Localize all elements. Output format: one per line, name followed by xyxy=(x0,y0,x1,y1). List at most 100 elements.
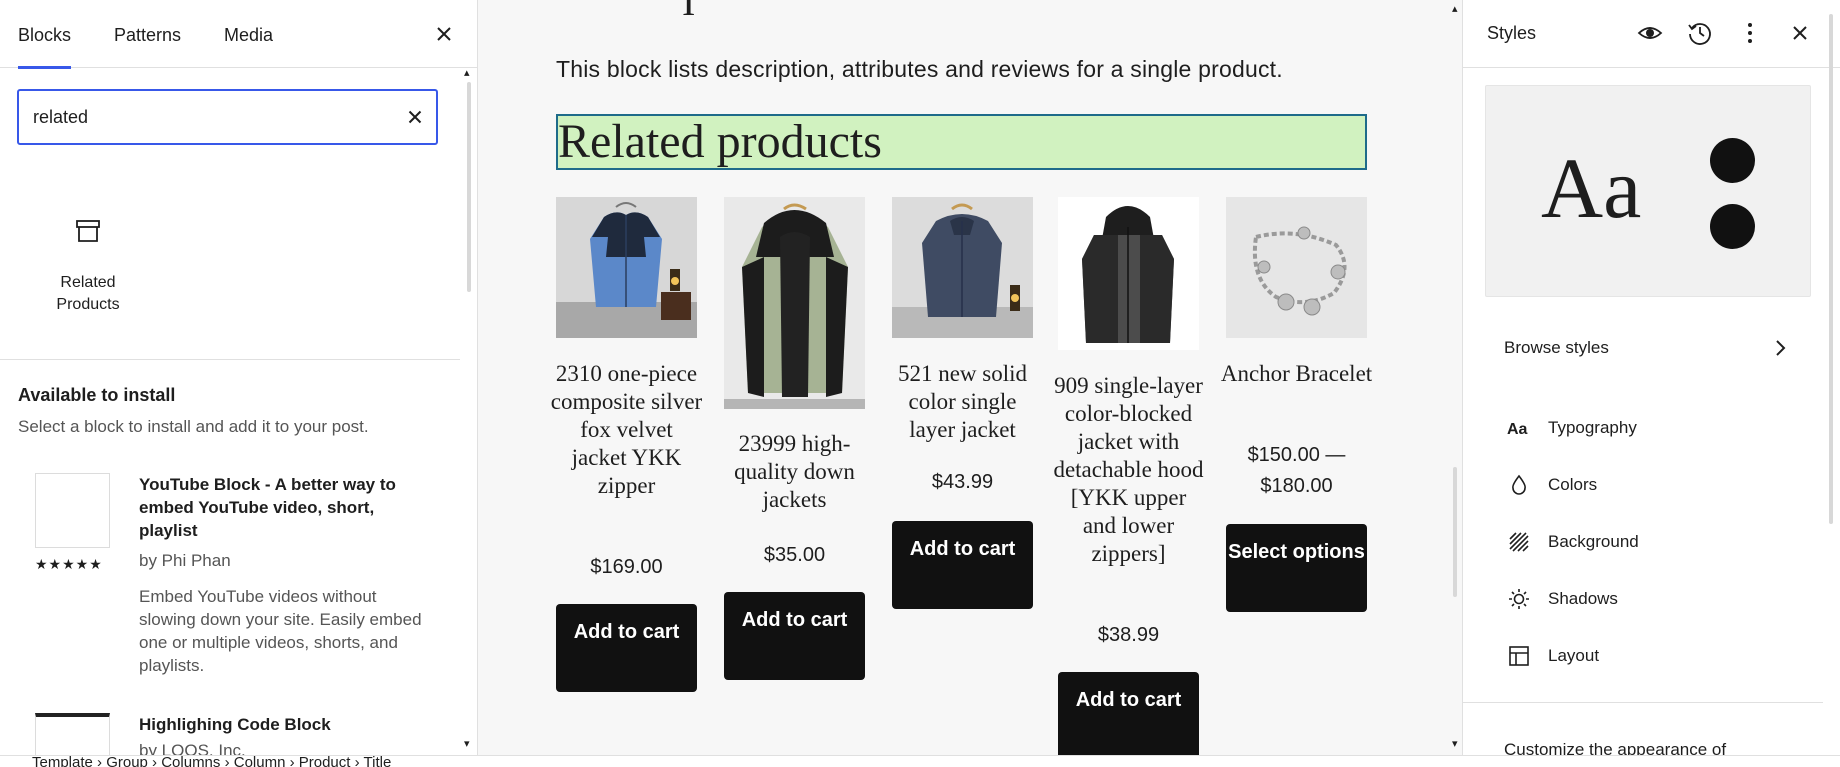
history-icon xyxy=(1688,23,1711,45)
product-image[interactable] xyxy=(1226,197,1367,338)
droplet-icon xyxy=(1512,474,1526,495)
more-options-button[interactable] xyxy=(1735,18,1765,48)
revisions-button[interactable] xyxy=(1685,18,1715,48)
nav-label: Background xyxy=(1548,532,1639,551)
customize-description: Customize the appearance of xyxy=(1504,740,1727,755)
block-breadcrumb[interactable]: Template › Group › Columns › Column › Pr… xyxy=(32,756,391,767)
scroll-up-arrow-icon[interactable]: ▴ xyxy=(1452,2,1458,15)
add-to-cart-button[interactable]: Add to cart xyxy=(892,521,1033,609)
plugin-author: by LOOS, Inc. xyxy=(139,741,246,755)
archive-box-icon xyxy=(76,220,100,242)
close-styles-button[interactable] xyxy=(1785,18,1815,48)
shadow-sun-icon xyxy=(1509,589,1529,609)
available-to-install-heading: Available to install xyxy=(18,385,176,405)
nav-background[interactable]: Background xyxy=(1463,518,1823,564)
block-result-related-products[interactable]: Related Products xyxy=(38,212,138,322)
nav-colors[interactable]: Colors xyxy=(1463,461,1823,507)
scrollbar-thumb[interactable] xyxy=(1829,14,1833,524)
eye-icon xyxy=(1637,27,1663,39)
previous-block-fragment: I xyxy=(682,0,696,24)
block-search-input[interactable] xyxy=(33,105,373,129)
svg-text:Aa: Aa xyxy=(1507,421,1528,438)
tab-patterns[interactable]: Patterns xyxy=(114,0,181,68)
plugin-item[interactable]: ★★★★★ YouTube Block - A better way to em… xyxy=(35,473,455,675)
add-to-cart-button[interactable]: Add to cart xyxy=(556,604,697,692)
related-products-heading[interactable]: Related products xyxy=(558,116,882,168)
scroll-down-arrow-icon[interactable]: ▾ xyxy=(464,737,470,750)
related-products-heading-block[interactable]: Related products xyxy=(556,114,1367,170)
browse-styles-label: Browse styles xyxy=(1504,338,1609,357)
style-preview[interactable]: Aa xyxy=(1485,85,1811,297)
tab-media[interactable]: Media xyxy=(224,0,273,68)
product-image[interactable] xyxy=(1058,197,1199,350)
close-icon xyxy=(1793,26,1807,40)
more-vertical-icon xyxy=(1748,23,1752,43)
plugin-name: YouTube Block - A better way to embed Yo… xyxy=(139,475,396,540)
nav-shadows[interactable]: Shadows xyxy=(1463,575,1823,621)
style-preview-typography: Aa xyxy=(1541,140,1642,236)
scrollbar-thumb[interactable] xyxy=(1453,467,1457,597)
product-image[interactable] xyxy=(892,197,1033,338)
styles-scrollbar[interactable] xyxy=(1825,0,1837,755)
select-options-button[interactable]: Select options xyxy=(1226,524,1367,612)
styles-title: Styles xyxy=(1487,23,1537,43)
scrollbar-thumb[interactable] xyxy=(467,82,471,292)
plugin-icon xyxy=(35,473,110,548)
green-jacket-image xyxy=(724,197,865,409)
nav-label: Layout xyxy=(1548,646,1600,665)
styles-header: Styles xyxy=(1463,0,1840,68)
product-price: $38.99 xyxy=(1097,624,1160,646)
nav-label: Typography xyxy=(1548,418,1637,437)
style-preview-color-swatch xyxy=(1710,138,1755,183)
product-title[interactable]: 909 single-layer color-blocked jacket wi… xyxy=(1052,372,1205,568)
chevron-right-icon xyxy=(1776,340,1786,356)
background-pattern-icon xyxy=(1509,532,1529,552)
section-divider xyxy=(0,359,460,360)
block-search-field[interactable] xyxy=(17,89,438,145)
product-title[interactable]: 2310 one-piece composite silver fox velv… xyxy=(550,360,703,500)
product-details-block-description: This block lists description, attributes… xyxy=(556,56,1283,82)
canvas-content: I This block lists description, attribut… xyxy=(478,0,1462,755)
available-to-install-description: Select a block to install and add it to … xyxy=(18,417,369,436)
block-result-label: Related Products xyxy=(56,274,120,313)
scroll-up-arrow-icon[interactable]: ▴ xyxy=(464,66,470,79)
inserter-tabs: Blocks Patterns Media xyxy=(0,0,477,69)
close-inserter-button[interactable] xyxy=(429,19,459,49)
blue-jacket-image xyxy=(556,197,697,338)
nav-typography[interactable]: Aa Typography xyxy=(1463,404,1823,450)
typography-icon: Aa xyxy=(1507,421,1528,438)
plugin-description: Embed YouTube videos without slowing dow… xyxy=(139,587,422,675)
plugin-rating-stars: ★★★★★ xyxy=(35,556,103,572)
plugin-author: by Phi Phan xyxy=(139,551,231,570)
product-title[interactable]: Anchor Bracelet xyxy=(1220,360,1373,388)
product-image[interactable] xyxy=(724,197,865,409)
close-icon xyxy=(408,110,422,124)
clear-search-button[interactable] xyxy=(400,102,430,132)
style-book-button[interactable] xyxy=(1635,18,1665,48)
product-title[interactable]: 521 new solid color single layer jacket xyxy=(886,360,1039,444)
tab-blocks[interactable]: Blocks xyxy=(18,0,72,69)
add-to-cart-button[interactable]: Add to cart xyxy=(1058,672,1199,755)
plugin-name: Highlighing Code Block xyxy=(139,715,331,734)
block-breadcrumb-bar: Template › Group › Columns › Column › Pr… xyxy=(0,755,1840,767)
add-to-cart-button[interactable]: Add to cart xyxy=(724,592,865,680)
browse-styles-button[interactable]: Browse styles xyxy=(1463,325,1823,371)
product-price: $43.99 xyxy=(931,471,994,493)
inserter-scrollbar[interactable] xyxy=(465,70,473,750)
nav-label: Shadows xyxy=(1548,589,1618,608)
bracelet-image xyxy=(1226,197,1367,338)
canvas-scrollbar[interactable] xyxy=(1448,0,1462,755)
layout-icon xyxy=(1509,646,1529,666)
styles-panel: Styles Aa Browse styles Aa Typography Co… xyxy=(1462,0,1840,755)
nav-layout[interactable]: Layout xyxy=(1463,632,1823,678)
plugin-item[interactable]: Highlighing Code Block by LOOS, Inc. xyxy=(35,713,455,755)
scroll-down-arrow-icon[interactable]: ▾ xyxy=(1452,737,1458,750)
product-image[interactable] xyxy=(556,197,697,338)
style-preview-color-swatch xyxy=(1710,204,1755,249)
editor-canvas: I This block lists description, attribut… xyxy=(478,0,1462,755)
product-title[interactable]: 23999 high-quality down jackets xyxy=(718,430,871,514)
plugin-icon xyxy=(35,713,110,755)
gray-jacket-image xyxy=(1058,197,1199,350)
close-icon xyxy=(437,27,451,41)
product-price: $150.00 — $180.00 xyxy=(1247,444,1346,497)
